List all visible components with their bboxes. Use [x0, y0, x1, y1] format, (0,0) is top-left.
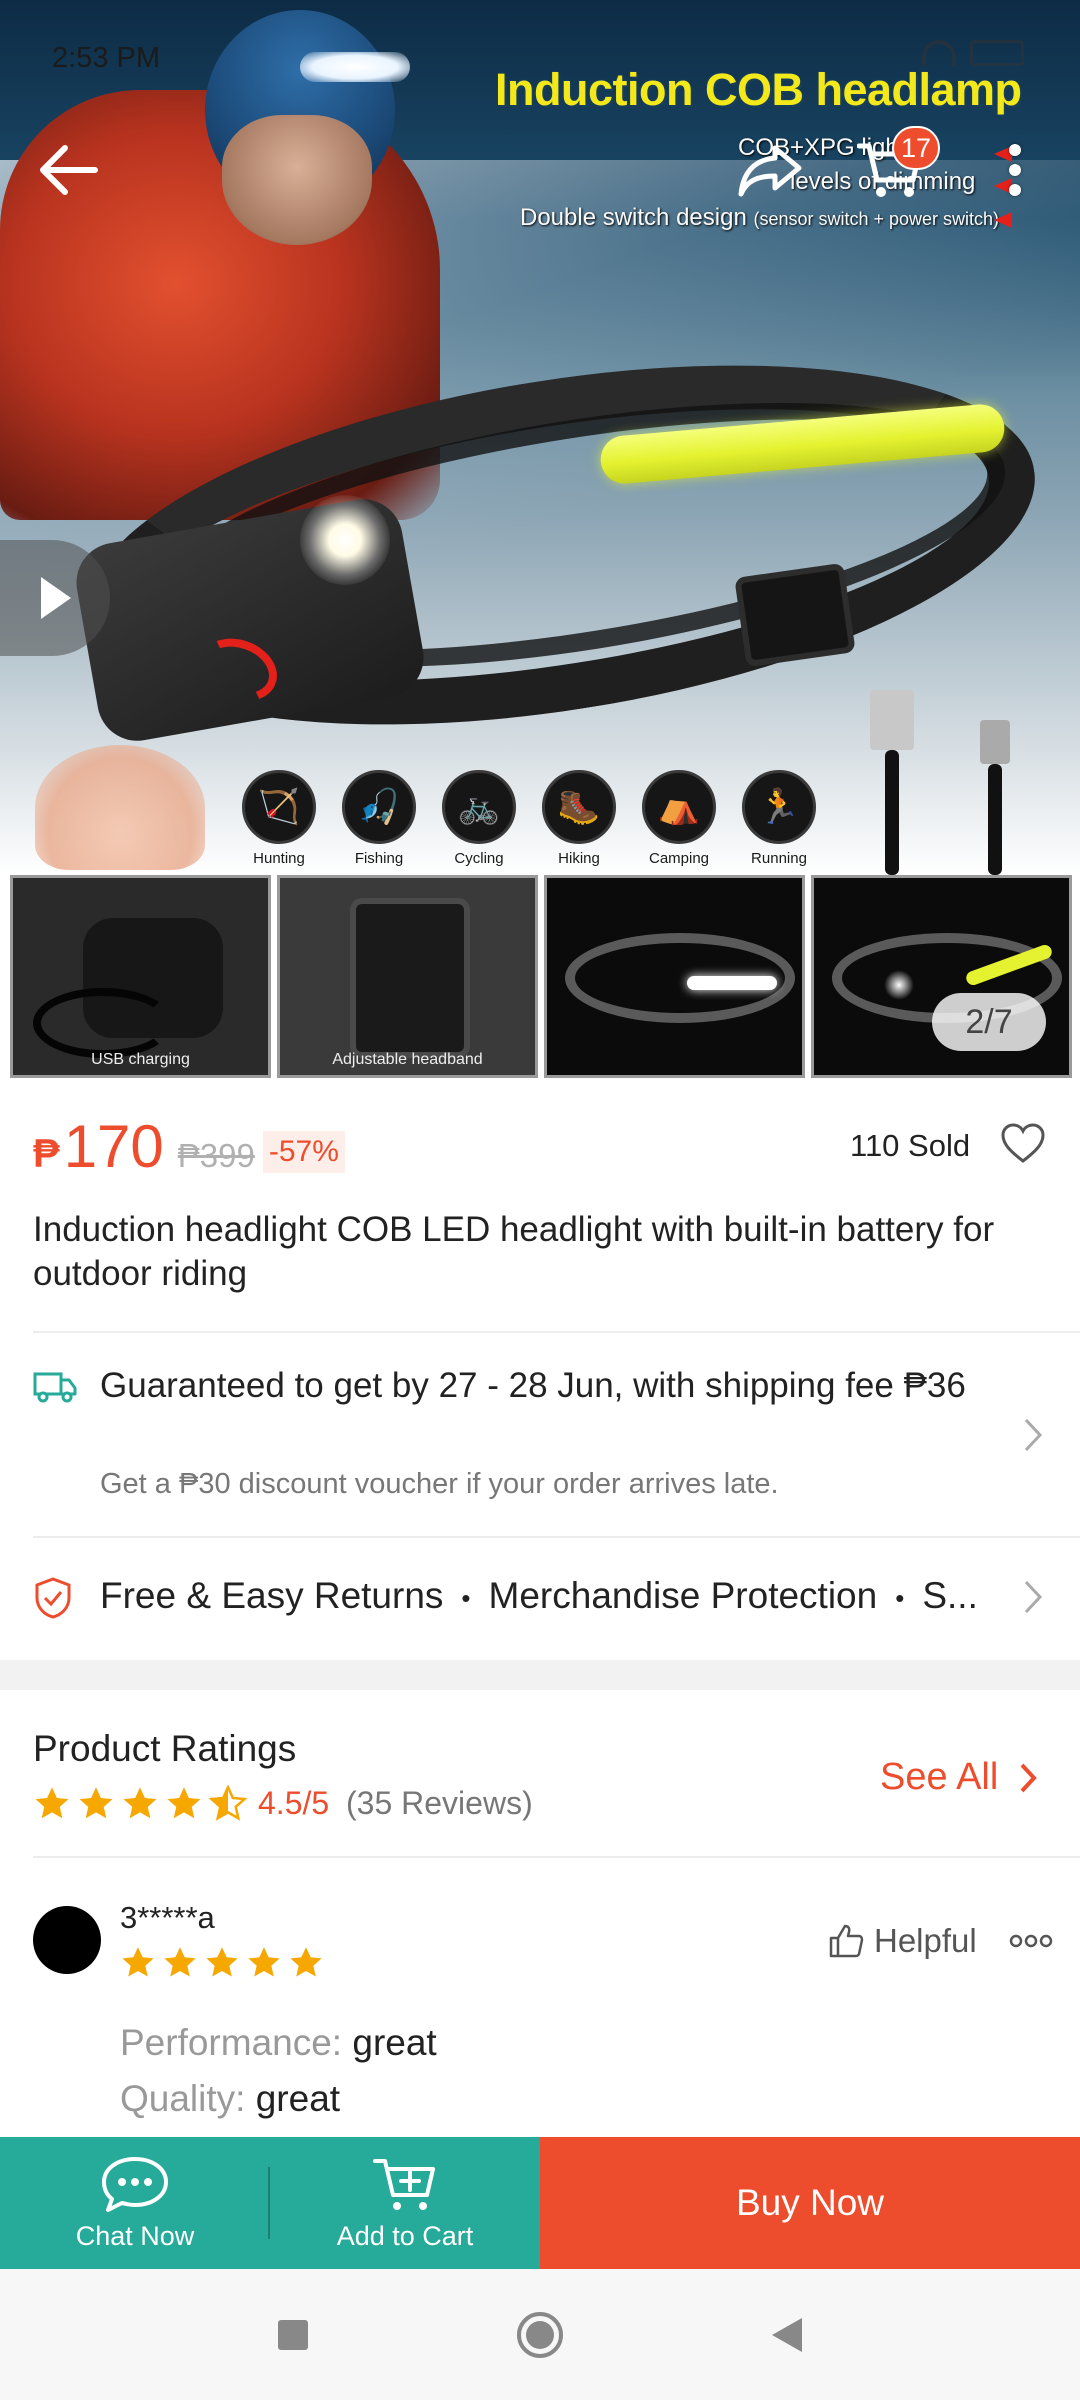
activity-icons: 🏹 Hunting 🎣 Fishing 🚲 Cycling 🥾 Hiking ⛺…	[240, 770, 820, 870]
activity-item: 🏹 Hunting	[240, 770, 318, 870]
recents-icon[interactable]	[276, 2318, 310, 2352]
thumbnail[interactable]	[544, 875, 805, 1078]
activity-item: 🚲 Cycling	[440, 770, 518, 870]
activity-item: 🥾 Hiking	[540, 770, 618, 870]
share-icon	[738, 145, 802, 197]
cart-count-badge: 17	[892, 126, 940, 170]
star-icon	[206, 1947, 238, 1977]
star-icon	[290, 1947, 322, 1977]
runner-icon: 🏃	[742, 770, 816, 844]
product-title: Induction headlight COB LED headlight wi…	[33, 1210, 995, 1293]
star-icon	[248, 1947, 280, 1977]
star-icon	[209, 1785, 247, 1821]
play-icon	[41, 577, 71, 619]
chevron-right-icon	[1020, 1763, 1038, 1792]
archer-icon: 🏹	[242, 770, 316, 844]
shipping-guarantee-text: Guaranteed to get by 27 - 28 Jun, with s…	[100, 1366, 966, 1405]
divider	[33, 1536, 1080, 1538]
heart-icon	[1001, 1123, 1045, 1163]
review-stars	[120, 1945, 324, 1981]
thumbnail[interactable]: Adjustable headband	[277, 875, 538, 1078]
reviewer-name: 3*****a	[120, 1900, 215, 1935]
hand-image	[35, 745, 205, 870]
add-to-cart-button[interactable]: Add to Cart	[270, 2137, 540, 2269]
original-price: ₱399	[177, 1137, 255, 1174]
thumbnail-strip: USB charging Adjustable headband	[10, 875, 1072, 1078]
tent-icon: ⛺	[642, 770, 716, 844]
helpful-button[interactable]: Helpful	[828, 1922, 977, 1960]
shield-check-icon	[35, 1577, 71, 1619]
person-face	[222, 115, 372, 245]
divider	[33, 1331, 1080, 1333]
red-triangle-icon	[994, 212, 1012, 228]
chevron-right-icon	[1024, 1580, 1043, 1614]
truck-icon	[33, 1372, 77, 1403]
thumbnail[interactable]	[811, 875, 1072, 1078]
share-button[interactable]	[730, 130, 810, 210]
hiker-icon: 🥾	[542, 770, 616, 844]
review-more-icon[interactable]	[1008, 1928, 1054, 1954]
discount-badge: -57%	[262, 1131, 345, 1173]
dot	[1009, 164, 1021, 176]
cart-plus-icon	[373, 2158, 435, 2210]
hero-title: Induction COB headlamp	[495, 64, 1022, 115]
reviewer-avatar	[33, 1906, 101, 1974]
worn-headlamp-glow	[300, 52, 410, 82]
dot	[1009, 144, 1021, 156]
rating-stars	[33, 1785, 247, 1823]
star-icon	[164, 1947, 196, 1977]
rating-score: 4.5/5	[258, 1785, 330, 1821]
late-voucher-text: Get a ₱30 discount voucher if your order…	[100, 1468, 779, 1500]
review-performance: Performance: great	[120, 2022, 437, 2063]
usb-cables	[860, 690, 1040, 875]
thumbnail[interactable]: USB charging	[10, 875, 271, 1078]
battery-icon	[970, 40, 1024, 66]
star-icon	[35, 1787, 69, 1819]
service-guarantees-text: Free & Easy Returns • Merchandise Protecti…	[100, 1575, 978, 1616]
section-gap	[0, 1660, 1080, 1690]
chat-now-button[interactable]: Chat Now	[0, 2137, 270, 2269]
see-all-ratings-link[interactable]: See All	[880, 1756, 1038, 1799]
ratings-title: Product Ratings	[33, 1728, 297, 1769]
secondary-actions: Chat Now Add to Cart	[0, 2137, 540, 2269]
dot	[1009, 184, 1021, 196]
wifi-icon	[922, 40, 956, 66]
product-image-carousel[interactable]: 🏹 Hunting 🎣 Fishing 🚲 Cycling 🥾 Hiking ⛺…	[0, 0, 1080, 875]
buy-now-button[interactable]: Buy Now	[540, 2137, 1080, 2269]
status-icons	[922, 40, 1024, 66]
fisher-icon: 🎣	[342, 770, 416, 844]
favorite-button[interactable]	[1000, 1122, 1050, 1172]
bottom-action-bar: Chat Now Add to Cart Buy Now	[0, 2137, 1080, 2269]
activity-item: ⛺ Camping	[640, 770, 718, 870]
home-icon[interactable]	[515, 2310, 565, 2360]
more-options-button[interactable]	[985, 130, 1045, 210]
star-icon	[122, 1947, 154, 1977]
current-price: ₱ 170	[33, 1113, 164, 1180]
star-icon	[123, 1787, 157, 1819]
status-time: 2:53 PM	[52, 42, 160, 74]
divider	[268, 2167, 270, 2239]
activity-item: 🎣 Fishing	[340, 770, 418, 870]
divider	[33, 1856, 1080, 1858]
back-nav-icon[interactable]	[770, 2316, 804, 2354]
star-icon	[167, 1787, 201, 1819]
activity-item: 🏃 Running	[740, 770, 818, 870]
thumbs-up-icon	[829, 1924, 864, 1958]
review-quality: Quality: great	[120, 2078, 341, 2119]
chevron-right-icon	[1024, 1418, 1043, 1452]
strap-buckle	[734, 562, 856, 668]
back-button[interactable]	[28, 130, 108, 210]
review-count: (35 Reviews)	[346, 1785, 533, 1821]
system-nav-bar	[0, 2269, 1080, 2400]
price-row: ₱ 170 ₱399 -57%	[33, 1112, 345, 1181]
sold-count: 110 Sold	[850, 1128, 971, 1163]
cyclist-icon: 🚲	[442, 770, 516, 844]
star-icon	[79, 1787, 113, 1819]
xpg-led-glow	[300, 495, 390, 585]
chat-icon	[102, 2156, 168, 2212]
image-counter: 2/7	[932, 993, 1046, 1051]
arrow-left-icon	[40, 145, 98, 195]
